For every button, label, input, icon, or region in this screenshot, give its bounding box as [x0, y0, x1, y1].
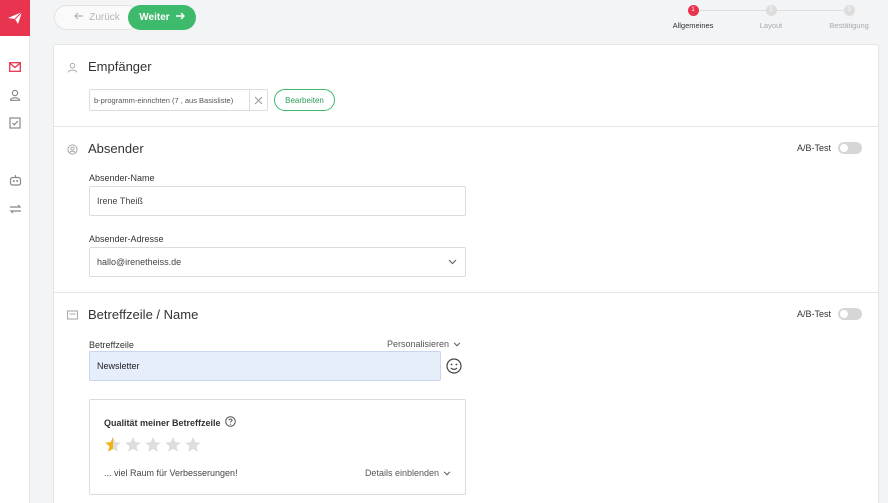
next-label: Weiter [139, 12, 170, 23]
next-button[interactable]: Weiter [128, 5, 196, 30]
step-label: Bestätigung [829, 21, 869, 30]
mail-icon[interactable] [7, 59, 23, 75]
chevron-down-icon [448, 257, 457, 267]
quality-title: Qualität meiner Betreffzeile [104, 417, 221, 428]
ab-test-label: A/B-Test [796, 309, 831, 319]
star-icon [125, 437, 141, 452]
arrow-left-icon [74, 12, 84, 23]
sender-name-value: Irene Theiß [97, 196, 143, 206]
star-icon [185, 437, 201, 452]
details-toggle[interactable]: Details einblenden [365, 468, 451, 478]
sender-section: Absender A/B-Test Absender-Name Irene Th… [54, 127, 878, 293]
user-icon[interactable] [7, 87, 23, 103]
star-icon [105, 437, 121, 452]
checklist-icon[interactable] [7, 115, 23, 131]
transfer-arrows-icon[interactable] [7, 201, 23, 217]
details-label: Details einblenden [364, 468, 439, 478]
step-general[interactable]: 1 Allgemeines [658, 5, 728, 30]
personalize-dropdown[interactable]: Personalisieren [387, 339, 461, 349]
chevron-down-icon [443, 468, 451, 478]
sender-title: Absender [88, 141, 144, 156]
sender-address-value: hallo@irenetheiss.de [97, 257, 182, 267]
robot-icon[interactable] [7, 172, 23, 188]
step-confirmation[interactable]: 3 Bestätigung [814, 5, 884, 30]
star-icon [165, 437, 181, 452]
subject-field-label: Betreffzeile [89, 340, 134, 350]
close-icon[interactable] [249, 90, 267, 110]
subject-input[interactable]: Newsletter [89, 351, 441, 381]
user-icon [66, 61, 78, 73]
star-icon [145, 437, 161, 452]
recipients-title: Empfänger [88, 59, 152, 74]
campaign-settings-card: Empfänger b-programm-einrichten (7 , aus… [53, 44, 879, 503]
personalize-label: Personalisieren [387, 339, 450, 349]
step-number: 1 [687, 5, 699, 16]
subject-quality-box: Qualität meiner Betreffzeile ... viel Ra… [89, 399, 466, 495]
step-number: 2 [765, 5, 777, 16]
quality-message: ... viel Raum für Verbesserungen! [104, 468, 238, 478]
sender-address-select[interactable]: hallo@irenetheiss.de [89, 247, 466, 277]
ab-test-toggle[interactable] [838, 142, 862, 154]
sender-icon [66, 143, 78, 155]
subject-line-icon [66, 309, 78, 321]
recipient-list-chip[interactable]: b-programm-einrichten (7 , aus Basislist… [89, 89, 268, 111]
step-label: Layout [759, 21, 783, 30]
ab-test-label: A/B-Test [796, 143, 831, 153]
step-number: 3 [843, 5, 855, 16]
arrow-right-icon [175, 12, 185, 23]
quality-heading: Qualität meiner Betreffzeile [104, 416, 236, 429]
step-layout[interactable]: 2 Layout [736, 5, 806, 30]
chevron-down-icon [453, 339, 461, 349]
emoji-picker-icon[interactable] [446, 358, 462, 379]
sender-name-input[interactable]: Irene Theiß [89, 186, 466, 216]
recipients-section: Empfänger b-programm-einrichten (7 , aus… [54, 45, 878, 127]
top-bar: Zurück Weiter 1 Allgemeines 2 Layout 3 B… [30, 0, 888, 36]
sender-ab-test: A/B-Test [797, 142, 862, 154]
sidebar [0, 0, 30, 503]
quality-star-rating [104, 436, 202, 453]
step-label: Allgemeines [672, 21, 714, 30]
paper-plane-icon [7, 11, 23, 25]
subject-title: Betreffzeile / Name [88, 307, 199, 322]
logo[interactable] [0, 0, 30, 36]
ab-test-toggle[interactable] [838, 308, 862, 320]
help-icon[interactable] [224, 416, 236, 429]
edit-recipients-button[interactable]: Bearbeiten [274, 89, 335, 111]
recipient-list-label: b-programm-einrichten (7 , aus Basislist… [94, 95, 234, 105]
sender-address-label: Absender-Adresse [89, 234, 164, 244]
back-label: Zurück [89, 12, 120, 23]
subject-ab-test: A/B-Test [797, 308, 862, 320]
subject-value: Newsletter [97, 361, 140, 371]
sender-name-label: Absender-Name [89, 173, 155, 183]
